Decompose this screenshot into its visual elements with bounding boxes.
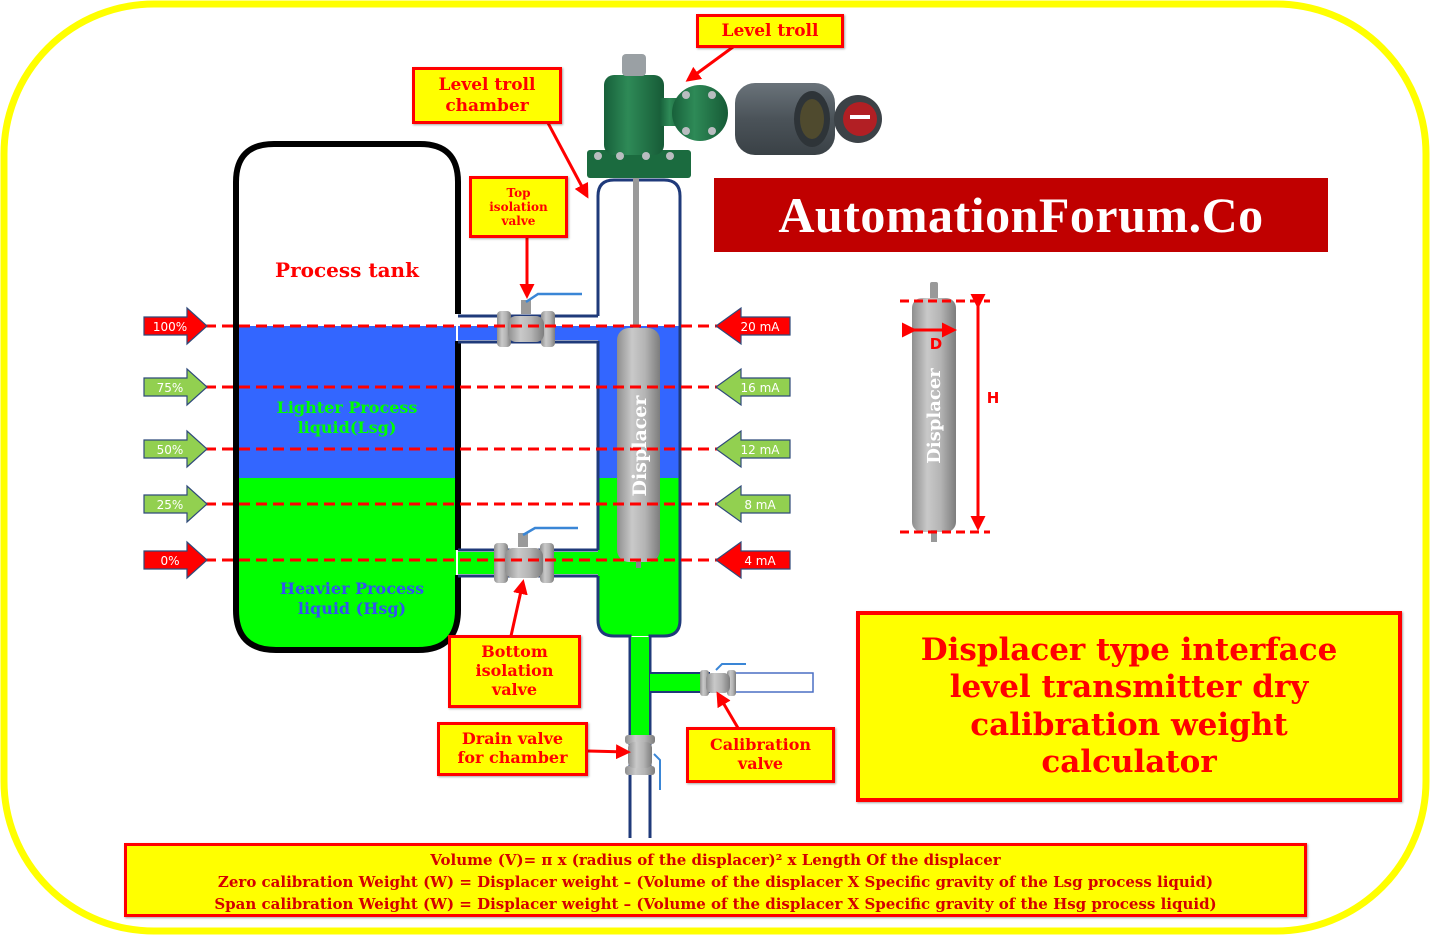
calibration-callout-line-1: Calibration [709,735,811,755]
calibration-callout-line-2: valve [737,754,784,773]
bottom-valve-callout-line-2: isolation [475,661,554,681]
formula-box: Volume (V)= π x (radius of the displacer… [124,843,1307,917]
top-valve-callout-line-1: Top [506,185,531,200]
percent-label: 0% [160,554,179,568]
current-label: 20 mA [741,320,781,334]
diameter-label: D [930,335,942,353]
heavier-liquid-line-2: liquid (Hsg) [297,599,407,618]
top-isolation-valve-callout: Top isolation valve [469,176,568,238]
volume-formula: Volume (V)= π x (radius of the displacer… [430,851,1001,869]
bottom-valve-callout-line-1: Bottom [481,642,548,662]
heavier-liquid-line-1: Heavier Process [279,579,425,598]
percent-label: 75% [157,381,184,395]
percent-label: 25% [157,498,184,512]
calibration-valve-callout: Calibration valve [686,727,835,783]
current-label: 12 mA [741,443,781,457]
chamber-callout-line-1: Level troll [438,75,536,96]
displacer-diagram-label: Displacer [924,368,945,464]
percent-label: 50% [157,443,184,457]
height-label: H [987,389,1000,407]
zero-weight-formula: Zero calibration Weight (W) = Displacer … [217,873,1214,891]
lighter-liquid-line-2: liquid(Lsg) [297,418,397,437]
drain-callout-line-1: Drain valve [461,729,564,749]
level-troll-callout-text: Level troll [721,20,819,41]
top-valve-callout-line-2: isolation [489,199,548,214]
title-line-4: calculator [1041,743,1217,780]
bottom-valve-callout-line-3: valve [491,679,538,699]
current-label: 16 mA [741,381,781,395]
heavier-liquid-label: Heavier Process liquid (Hsg) [236,579,468,619]
percent-label: 100% [153,320,187,334]
chamber-callout-line-2: chamber [445,95,529,116]
calibration-valve-icon [700,663,746,696]
diagram-canvas: 100% 20 mA 75% 16 mA 50% 12 mA 25% 8 mA 0% 4 mA D… [0,0,1430,935]
bottom-isolation-valve-callout: Bottom isolation valve [448,635,581,708]
brand-banner: AutomationForum.Co [714,178,1328,252]
lighter-liquid-label: Lighter Process liquid(Lsg) [236,398,458,438]
diagram-title: Displacer type interface level transmitt… [856,611,1402,802]
drain-callout-line-2: for chamber [457,748,568,767]
process-tank-label: Process tank [275,258,419,282]
title-line-1: Displacer type interface [920,632,1338,669]
top-valve-callout-line-3: valve [501,214,536,229]
displacer-dimension-diagram [900,282,990,542]
drain-valve-callout: Drain valve for chamber [437,722,588,776]
lighter-liquid-line-1: Lighter Process [276,398,418,417]
current-label: 4 mA [744,554,776,568]
level-troll-callout: Level troll [696,14,844,48]
displacer-label: Displacer [629,395,651,497]
title-line-2: level transmitter dry [949,669,1309,706]
current-label: 8 mA [744,498,776,512]
title-line-3: calibration weight [970,706,1288,743]
process-tank [233,141,461,653]
level-troll-chamber-callout: Level troll chamber [412,67,562,124]
span-weight-formula: Span calibration Weight (W) = Displacer … [214,895,1217,913]
